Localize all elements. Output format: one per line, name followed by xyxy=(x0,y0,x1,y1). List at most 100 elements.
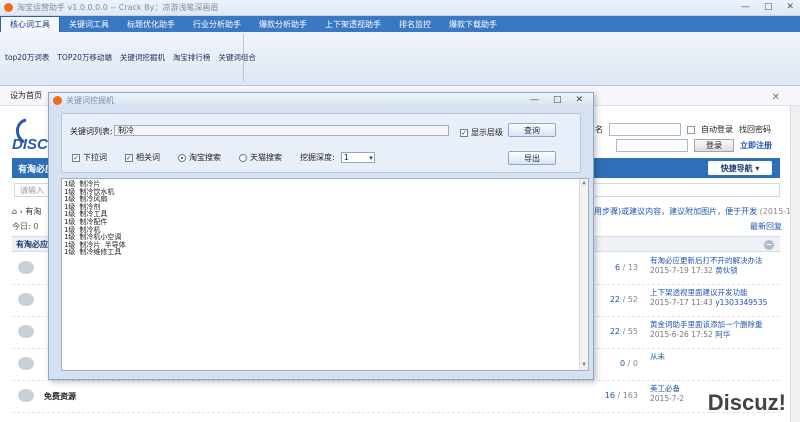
result-line: 1级 制冷片 xyxy=(64,180,101,188)
announcement[interactable]: 用步骤)或建议内容，建议附加图片，便于开发 (2015-1-4) xyxy=(594,206,800,217)
result-line: 1级 制冷片 半导体 xyxy=(64,240,126,249)
tmall-search-radio[interactable] xyxy=(239,153,247,162)
related-words-option[interactable]: ✓ 相关词 xyxy=(125,152,160,163)
keyword-list-label: 关键词列表: xyxy=(70,127,113,136)
tab-hot-item-analysis[interactable]: 爆款分析助手 xyxy=(250,16,316,32)
section-title[interactable]: 有淘必应 xyxy=(16,239,48,250)
dialog-options-panel: 关键词列表: 制冷 ✓ 显示层级 查询 导出 ✓ 下拉词 ✓ 相关词 淘宝搜索 … xyxy=(61,113,581,173)
window-controls: — □ ✕ xyxy=(741,2,794,12)
tab-industry-analysis[interactable]: 行业分析助手 xyxy=(184,16,250,32)
result-line: 1级 制冷机小空调 xyxy=(64,233,122,242)
taobao-search-option[interactable]: 淘宝搜索 xyxy=(178,152,221,163)
result-line: 1级 制冷剂 xyxy=(64,202,101,211)
search-options-row: ✓ 下拉词 ✓ 相关词 淘宝搜索 天猫搜索 挖掘深度: 1 xyxy=(72,152,393,163)
depth-select[interactable]: 1 xyxy=(340,152,375,163)
result-line: 1级 制冷饮水机 xyxy=(64,187,115,196)
announcement-text: 用步骤)或建议内容，建议附加图片，便于开发 xyxy=(594,207,758,216)
dialog-maximize-icon[interactable]: □ xyxy=(553,95,562,105)
tmall-search-option[interactable]: 天猫搜索 xyxy=(239,152,282,163)
result-line: 1级 制冷工具 xyxy=(64,210,108,219)
result-line: 1级 制冷维修工具 xyxy=(64,248,122,257)
tab-rank-monitor[interactable]: 排名监控 xyxy=(390,16,440,32)
forum-last-post[interactable]: 从未 xyxy=(650,352,780,362)
toolbar-divider xyxy=(243,34,244,82)
login-button[interactable]: 登录 xyxy=(694,139,734,152)
dialog-minimize-icon[interactable]: — xyxy=(530,95,539,105)
related-words-checkbox[interactable]: ✓ xyxy=(125,153,133,162)
discuz-watermark: Discuz! xyxy=(707,390,786,415)
dialog-close-icon[interactable]: ✕ xyxy=(575,95,583,105)
retrieve-password-link[interactable]: 找回密码 xyxy=(739,124,771,135)
result-line: 1级 制冷配件 xyxy=(64,217,108,226)
show-level-label: 显示层级 xyxy=(471,128,503,137)
forum-last-post[interactable]: 有淘必应更新后打不开的解决办法 2015-7-19 17:32 黄伙锁 xyxy=(650,256,780,276)
scroll-up-icon[interactable]: ▲ xyxy=(580,179,588,188)
dropdown-words-label: 下拉词 xyxy=(83,153,107,162)
result-line: 1级 制冷风扇 xyxy=(64,195,108,204)
close-icon[interactable]: ✕ xyxy=(786,2,794,12)
sub-toolbar: top20万词表 TOP20万移动端 关键词挖掘机 淘宝排行榜 关键词组合 xyxy=(0,32,800,86)
forum-name[interactable]: 免费资源 xyxy=(44,391,76,402)
subtool-top20w-mobile[interactable]: TOP20万移动端 xyxy=(52,32,115,86)
minimize-icon[interactable]: — xyxy=(741,2,750,12)
auto-login-checkbox[interactable] xyxy=(687,125,695,134)
app-logo-icon xyxy=(4,3,13,12)
taobao-search-radio[interactable] xyxy=(178,153,186,162)
tab-core-words[interactable]: 核心词工具 xyxy=(0,16,60,32)
subtool-keyword-miner[interactable]: 关键词挖掘机 xyxy=(115,32,168,86)
login-row-1: 名 自动登录 找回密码 xyxy=(595,123,771,136)
query-button[interactable]: 查询 xyxy=(508,123,556,137)
tab-title-optimizer[interactable]: 标题优化助手 xyxy=(118,16,184,32)
app-title-bar: 淘宝运营助手 v1.0.0.0.0 -- Crack By：凉游浅笔深画眉 — … xyxy=(0,0,800,16)
tab-listing-perspective[interactable]: 上下架透视助手 xyxy=(316,16,390,32)
dropdown-words-option[interactable]: ✓ 下拉词 xyxy=(72,152,107,163)
keyword-miner-dialog: 关键词挖掘机 — □ ✕ 关键词列表: 制冷 ✓ 显示层级 查询 导出 ✓ 下拉… xyxy=(48,92,594,380)
register-link[interactable]: 立即注册 xyxy=(740,140,772,151)
collapse-icon[interactable]: − xyxy=(764,240,774,250)
subtool-keyword-combo[interactable]: 关键词组合 xyxy=(213,32,259,86)
results-textarea[interactable]: 1级 制冷片 1级 制冷饮水机 1级 制冷风扇 1级 制冷剂 1级 制冷工具 1… xyxy=(61,178,589,371)
tab-keyword-tools[interactable]: 关键词工具 xyxy=(60,16,118,32)
breadcrumb[interactable]: ⌂ › 有淘 xyxy=(12,206,41,217)
latest-reply-link[interactable]: 最新回复 xyxy=(750,221,782,232)
dropdown-words-checkbox[interactable]: ✓ xyxy=(72,153,80,162)
tmall-search-label: 天猫搜索 xyxy=(250,153,282,162)
forum-last-post[interactable]: 上下架透视里面建议开发功能 2015-7-17 11:43 y130334953… xyxy=(650,288,780,308)
forum-count: 16 / 163 xyxy=(604,391,638,400)
login-row-2: 登录 立即注册 xyxy=(616,139,772,152)
subtool-top20w[interactable]: top20万词表 xyxy=(0,32,52,86)
show-level-option[interactable]: ✓ 显示层级 xyxy=(460,127,503,138)
show-level-checkbox[interactable]: ✓ xyxy=(460,128,468,137)
depth-label: 挖掘深度: xyxy=(300,153,335,162)
browser-close-icon[interactable]: ✕ xyxy=(772,92,780,103)
keyword-list-input[interactable]: 制冷 xyxy=(114,125,449,136)
scroll-down-icon[interactable]: ▼ xyxy=(580,361,588,370)
export-button[interactable]: 导出 xyxy=(508,151,556,165)
maximize-icon[interactable]: □ xyxy=(764,2,773,12)
result-line: 1级 制冷机 xyxy=(64,225,101,234)
forum-last-post[interactable]: 黄金词助手里面该添加一个删除重 2015-6-26 17:52 阿华 xyxy=(650,320,780,340)
main-tabs: 核心词工具 关键词工具 标题优化助手 行业分析助手 爆款分析助手 上下架透视助手… xyxy=(0,16,800,32)
dialog-title-bar: 关键词挖掘机 — □ ✕ xyxy=(49,93,593,108)
forum-bubble-icon xyxy=(18,293,34,306)
dialog-window-controls: — □ ✕ xyxy=(530,95,583,105)
forum-row[interactable]: 免费资源 16 / 163 美工必备 2015-7-2 xyxy=(12,381,780,413)
forum-bubble-icon xyxy=(18,325,34,338)
tab-hot-item-download[interactable]: 爆款下载助手 xyxy=(440,16,506,32)
forum-bubble-icon xyxy=(18,357,34,370)
set-homepage-link[interactable]: 设为首页 xyxy=(10,90,42,101)
results-scrollbar[interactable]: ▲ ▼ xyxy=(579,179,588,370)
taobao-search-label: 淘宝搜索 xyxy=(189,153,221,162)
password-input[interactable] xyxy=(616,139,688,152)
username-input[interactable] xyxy=(609,123,681,136)
browser-scrollbar[interactable] xyxy=(790,106,800,422)
app-title: 淘宝运营助手 v1.0.0.0.0 -- Crack By：凉游浅笔深画眉 xyxy=(17,3,219,12)
dialog-title: 关键词挖掘机 xyxy=(66,96,114,105)
quick-nav-button[interactable]: 快捷导航 ▾ xyxy=(708,161,772,175)
site-logo-text: DISC xyxy=(12,136,48,153)
forum-bubble-icon xyxy=(18,389,34,402)
dialog-app-icon xyxy=(53,96,62,105)
depth-option: 挖掘深度: 1 xyxy=(300,152,375,163)
today-stats: 今日: 0 xyxy=(12,222,39,231)
subtool-taobao-ranking[interactable]: 淘宝排行榜 xyxy=(168,32,214,86)
